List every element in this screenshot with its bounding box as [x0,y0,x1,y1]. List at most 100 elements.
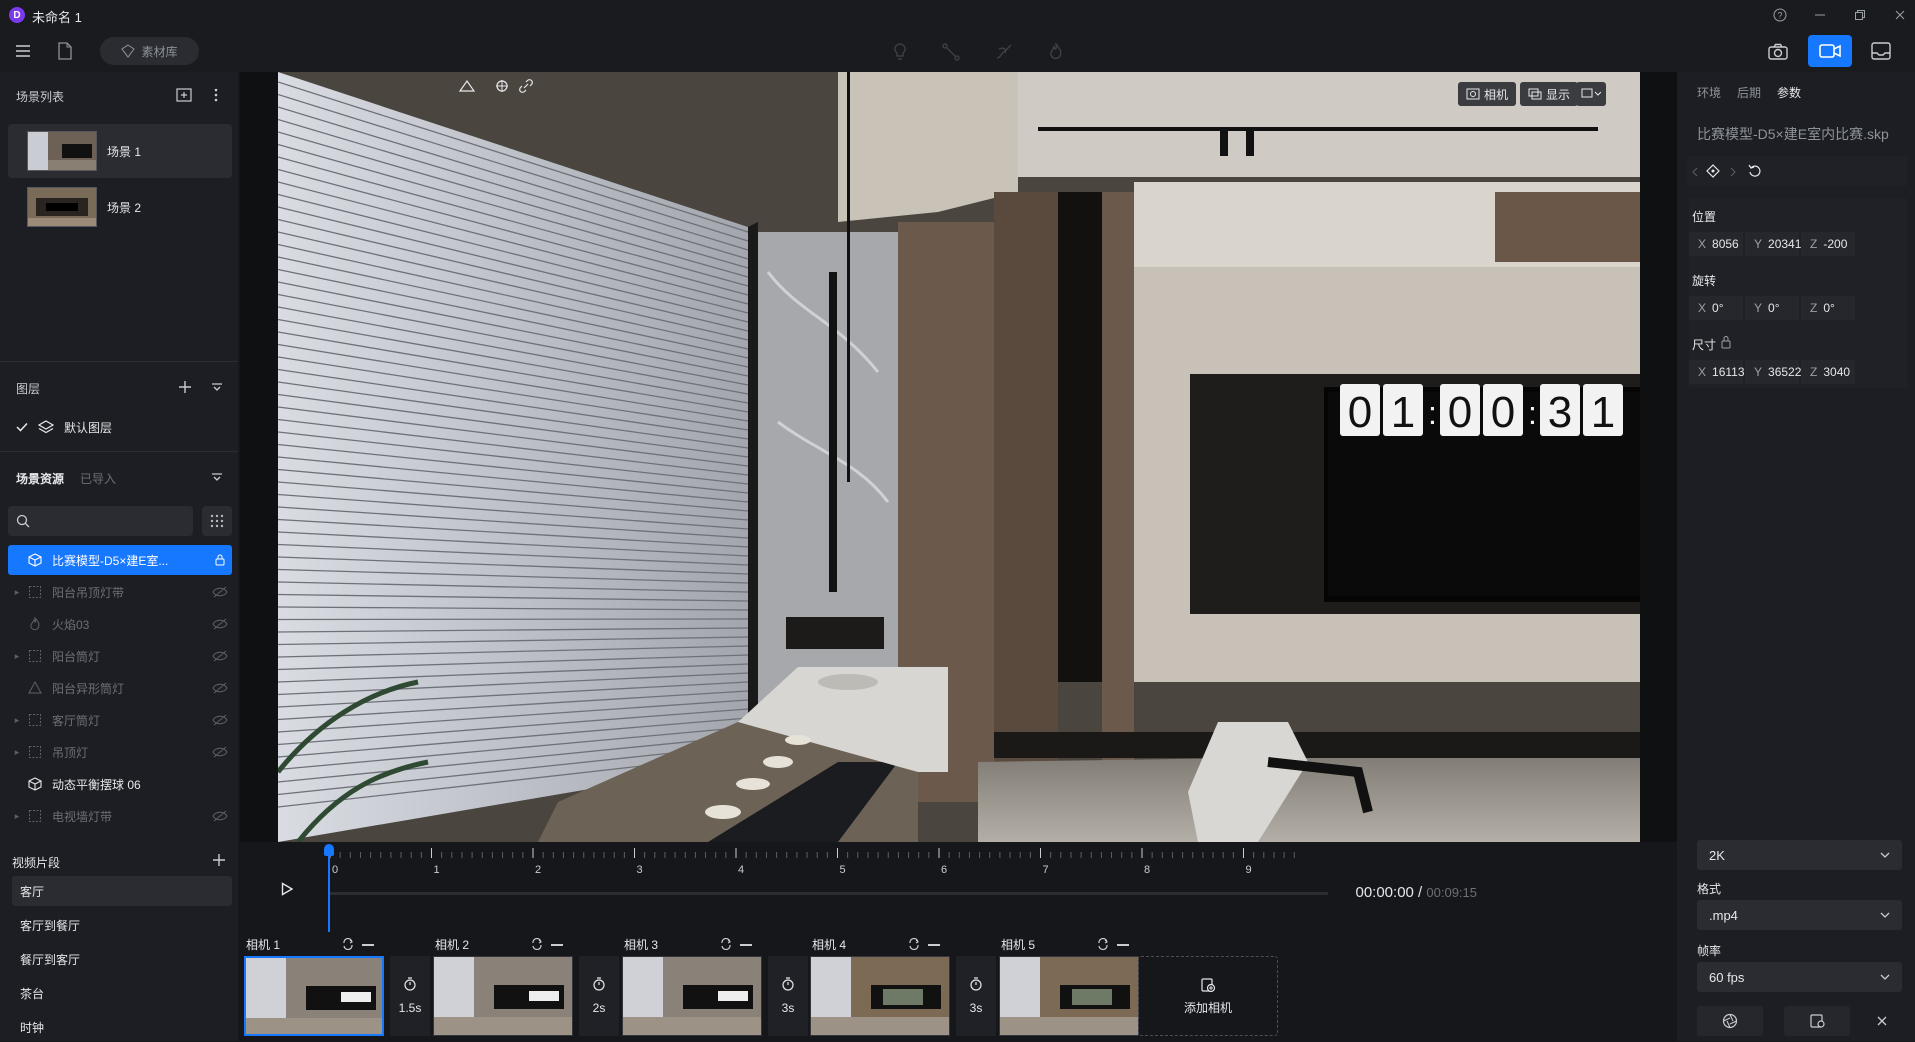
asset-item-balcony-shaped[interactable]: 阳台异形筒灯 [8,673,232,703]
viewport-layout-dropdown[interactable] [1576,82,1606,106]
fire-tool-icon[interactable] [1045,41,1067,63]
camera-thumbnail[interactable] [999,956,1139,1036]
help-icon[interactable]: ? [1766,5,1794,25]
resource-search-input[interactable] [8,506,193,536]
restore-button[interactable] [1846,5,1874,25]
assets-library-button[interactable]: 素材库 [100,37,199,65]
size-x-field[interactable]: X 16113 [1689,360,1745,384]
check-icon[interactable] [16,422,28,432]
brush-tool-icon[interactable] [993,41,1015,63]
camera-settings-button[interactable]: 相机 [1458,82,1517,106]
add-scene-icon[interactable] [174,86,194,104]
size-z-field[interactable]: Z 3040 [1801,360,1855,384]
file-icon[interactable] [54,41,76,61]
add-clip-icon[interactable] [210,851,228,869]
prev-keyframe-icon[interactable] [1689,166,1701,178]
eye-hidden-icon[interactable] [208,746,232,758]
tab-parameters[interactable]: 参数 [1777,84,1801,101]
timeline-track[interactable] [328,892,1328,895]
scene-more-icon[interactable] [206,86,226,104]
rotation-z-field[interactable]: Z 0° [1801,296,1855,320]
loop-icon[interactable] [529,936,545,952]
remove-camera-icon[interactable] [740,944,752,946]
lock-ratio-icon[interactable] [1719,335,1733,349]
add-layer-icon[interactable] [176,378,194,396]
clip-item[interactable]: 茶台 [12,978,232,1008]
scene-item-1[interactable]: 场景 1 [8,124,232,178]
remove-camera-icon[interactable] [1117,944,1129,946]
eye-hidden-icon[interactable] [208,714,232,726]
loop-icon[interactable] [906,936,922,952]
render-settings-button[interactable] [1697,1006,1763,1036]
eye-hidden-icon[interactable] [208,586,232,598]
remove-camera-icon[interactable] [362,944,374,946]
rotation-y-field[interactable]: Y 0° [1745,296,1799,320]
remove-camera-icon[interactable] [551,944,563,946]
eye-hidden-icon[interactable] [208,650,232,662]
clip-item[interactable]: 客厅到餐厅 [12,910,232,940]
transition-duration[interactable]: 1.5s [390,956,430,1036]
fps-select[interactable]: 60 fps [1697,962,1902,992]
asset-item-balcony-spot[interactable]: ▸ 阳台筒灯 [8,641,232,671]
next-keyframe-icon[interactable] [1727,166,1739,178]
expand-caret-icon[interactable]: ▸ [8,747,26,758]
asset-item-tv-strip[interactable]: ▸ 电视墙灯带 [8,801,232,831]
path-tool-icon[interactable] [940,41,962,63]
snap-icon[interactable] [492,76,512,96]
camera-thumbnail[interactable] [810,956,950,1036]
display-settings-button[interactable]: 显示 [1520,82,1579,106]
timeline-ruler[interactable]: 0 1 2 3 4 5 6 7 8 9 [318,842,1318,894]
add-camera-button[interactable]: 添加相机 [1138,956,1278,1036]
screenshot-mode-icon[interactable] [1765,39,1791,63]
tab-imported[interactable]: 已导入 [80,470,116,487]
transition-duration[interactable]: 3s [956,956,996,1036]
lock-icon[interactable] [208,554,232,566]
rotation-x-field[interactable]: X 0° [1689,296,1743,320]
loop-icon[interactable] [1095,936,1111,952]
asset-item-flame[interactable]: 火焰03 [8,609,232,639]
play-button[interactable] [274,876,300,902]
asset-item-ceiling-light[interactable]: ▸ 吊顶灯 [8,737,232,767]
expand-caret-icon[interactable]: ▸ [8,811,26,822]
loop-icon[interactable] [718,936,734,952]
format-select[interactable]: .mp4 [1697,900,1902,930]
transition-duration[interactable]: 3s [768,956,808,1036]
menu-icon[interactable] [12,41,34,61]
camera-thumbnail[interactable] [622,956,762,1036]
reset-icon[interactable] [1747,163,1763,179]
render-viewport[interactable]: 01:00:31 相机 显示 [240,72,1677,842]
resolution-select[interactable]: 2K [1697,840,1902,870]
asset-item-living-spot[interactable]: ▸ 客厅筒灯 [8,705,232,735]
scene-item-2[interactable]: 场景 2 [8,180,232,234]
asset-item-light-strip[interactable]: ▸ 阳台吊顶灯带 [8,577,232,607]
clip-item[interactable]: 时钟 [12,1012,232,1042]
layer-item-default[interactable]: 默认图层 [8,412,232,442]
tab-environment[interactable]: 环境 [1697,84,1721,101]
position-y-field[interactable]: Y 20341 [1745,232,1801,256]
video-mode-button[interactable] [1808,35,1852,67]
resources-filter-icon[interactable] [208,468,226,486]
eye-hidden-icon[interactable] [208,618,232,630]
transition-duration[interactable]: 2s [579,956,619,1036]
minimize-button[interactable] [1806,5,1834,25]
gizmo-icon[interactable] [452,76,482,96]
eye-hidden-icon[interactable] [208,810,232,822]
panorama-mode-icon[interactable] [1868,39,1894,63]
link-icon[interactable] [516,76,536,96]
expand-caret-icon[interactable]: ▸ [8,587,26,598]
eye-hidden-icon[interactable] [208,682,232,694]
export-video-button[interactable] [1784,1006,1850,1036]
close-panel-icon[interactable] [1867,1006,1897,1036]
loop-icon[interactable] [340,936,356,952]
expand-caret-icon[interactable]: ▸ [8,651,26,662]
tab-scene-resources[interactable]: 场景资源 [16,470,64,487]
expand-caret-icon[interactable]: ▸ [8,715,26,726]
position-x-field[interactable]: X 8056 [1689,232,1743,256]
grid-view-button[interactable] [202,506,232,536]
camera-thumbnail[interactable] [433,956,573,1036]
position-z-field[interactable]: Z -200 [1801,232,1855,256]
asset-item-pendulum[interactable]: 动态平衡摆球 06 [8,769,232,799]
remove-camera-icon[interactable] [928,944,940,946]
light-tool-icon[interactable] [889,41,911,63]
keyframe-icon[interactable] [1705,163,1721,179]
